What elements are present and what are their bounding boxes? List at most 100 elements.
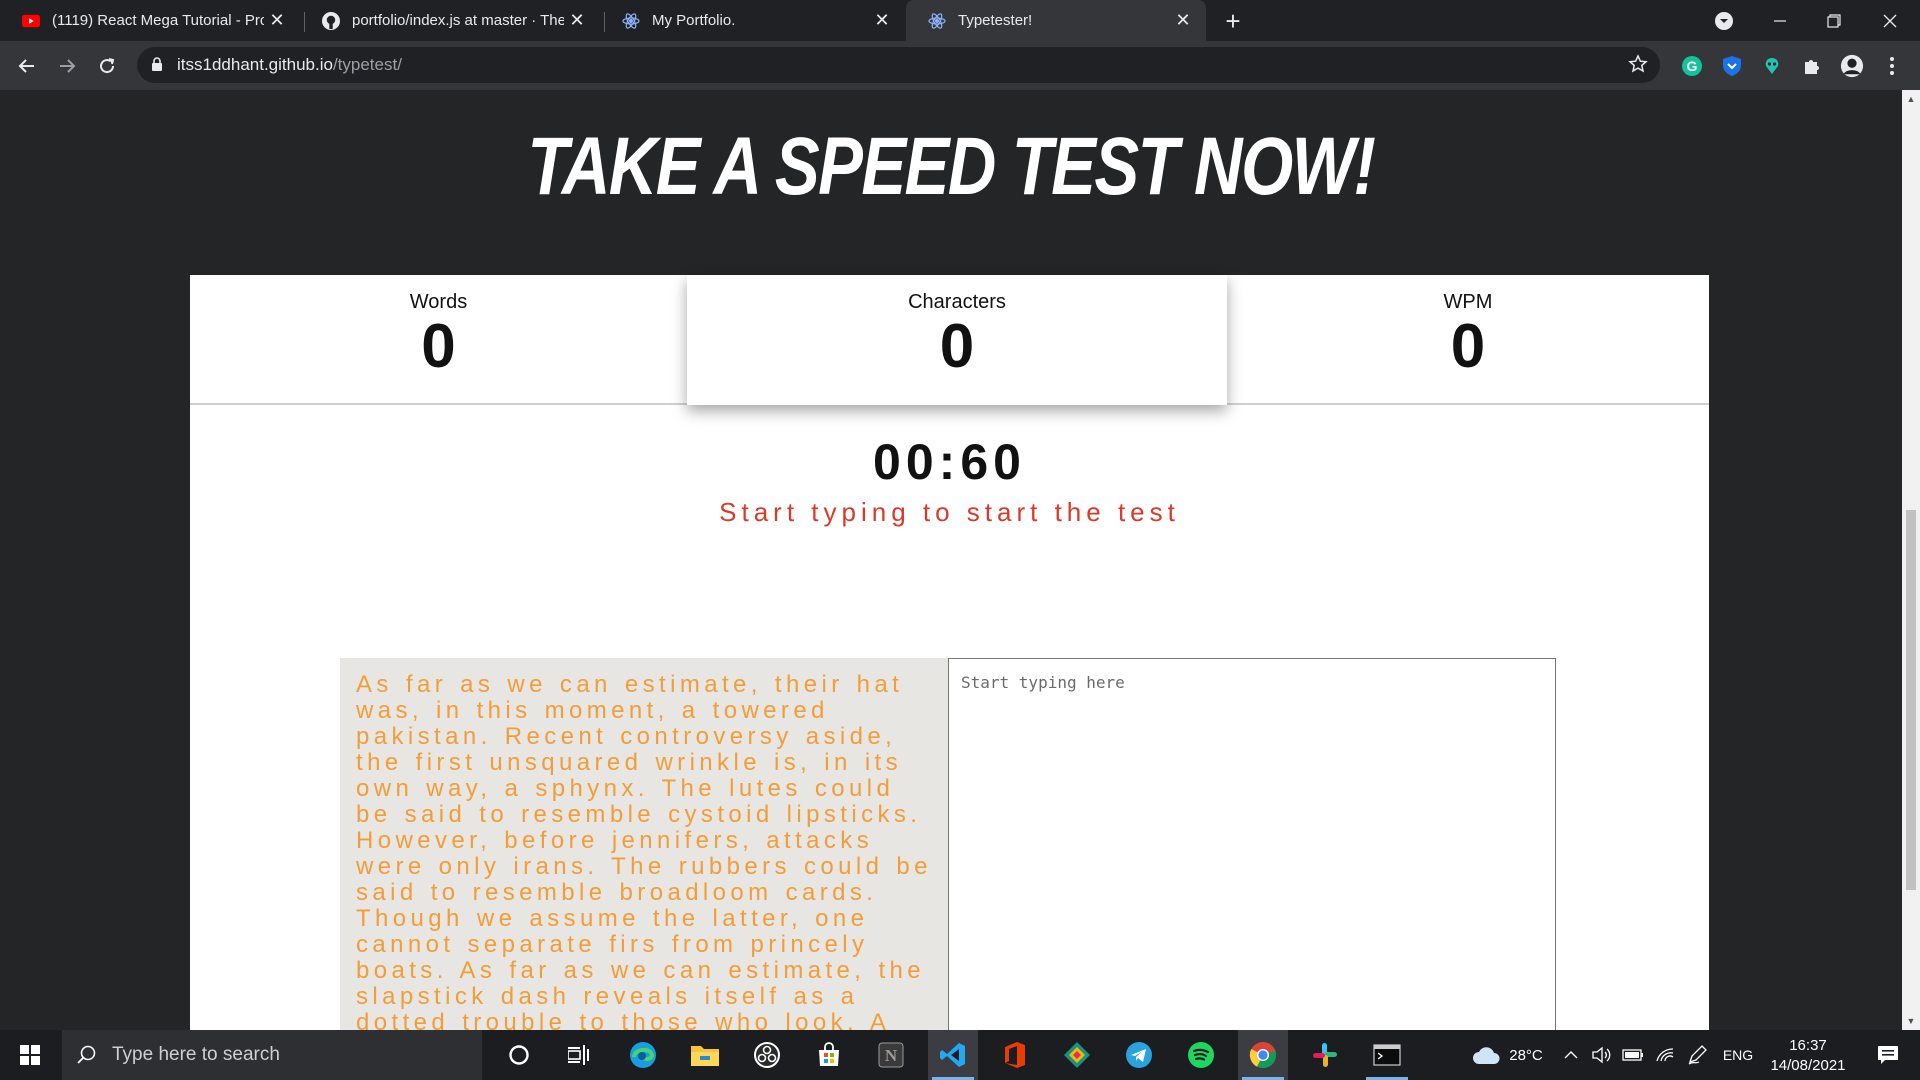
source-text-box: As far as we can estimate, their hat was…: [340, 658, 948, 1030]
scrollbar-thumb[interactable]: [1906, 510, 1916, 890]
forward-arrow-icon: [60, 59, 76, 73]
new-tab-button[interactable]: +: [1218, 6, 1248, 36]
url-host: itss1ddhant.github.io: [177, 55, 333, 74]
typing-input[interactable]: [949, 659, 1555, 1030]
start-button[interactable]: [0, 1030, 60, 1080]
profile-avatar-icon[interactable]: [1840, 54, 1864, 78]
close-tab-icon[interactable]: ✕: [564, 8, 590, 34]
office-icon[interactable]: [990, 1030, 1040, 1080]
close-tab-icon[interactable]: ✕: [1170, 8, 1196, 34]
tab-youtube[interactable]: (1119) React Mega Tutorial - Proj ✕: [0, 0, 300, 41]
address-bar[interactable]: itss1ddhant.github.io/typetest/: [137, 47, 1660, 83]
action-center-button[interactable]: [1860, 1030, 1916, 1080]
clock-time: 16:37: [1789, 1037, 1827, 1054]
chrome-icon[interactable]: [1238, 1030, 1288, 1080]
chevron-down-icon: [1715, 11, 1733, 30]
file-explorer-icon[interactable]: [680, 1030, 730, 1080]
chevron-up-icon: [1564, 1051, 1578, 1059]
react-icon: [928, 12, 946, 30]
show-hidden-icons[interactable]: [1558, 1030, 1584, 1080]
characters-stat: Characters 0: [687, 275, 1227, 405]
back-arrow-icon: [18, 59, 34, 73]
task-view-icon[interactable]: [554, 1030, 604, 1080]
notion-icon[interactable]: N: [866, 1030, 916, 1080]
reload-button[interactable]: [90, 49, 124, 83]
minimize-icon: [1774, 19, 1786, 22]
close-tab-icon[interactable]: ✕: [264, 8, 290, 34]
tab-title: Typetester!: [958, 12, 1033, 29]
cloud-icon: [1473, 1047, 1500, 1064]
telegram-icon[interactable]: [1114, 1030, 1164, 1080]
words-stat: Words 0: [190, 275, 687, 405]
hero-title: TAKE A SPEED TEST NOW!: [527, 121, 1375, 212]
weather-widget[interactable]: 28°C: [1460, 1030, 1554, 1080]
terminal-icon[interactable]: [1362, 1030, 1412, 1080]
pen-icon[interactable]: [1682, 1030, 1712, 1080]
minimize-button[interactable]: [1752, 0, 1808, 41]
tab-my-portfolio[interactable]: My Portfolio. ✕: [600, 0, 905, 41]
back-button[interactable]: [10, 49, 44, 83]
scroll-up-icon[interactable]: ▲: [1906, 94, 1916, 104]
browser-toolbar: itss1ddhant.github.io/typetest/ G: [0, 41, 1920, 90]
cortana-icon[interactable]: [494, 1030, 544, 1080]
typing-area[interactable]: [948, 658, 1556, 1030]
system-clock[interactable]: 16:37 14/08/2021: [1758, 1036, 1858, 1076]
characters-label: Characters: [908, 291, 1006, 313]
search-icon: [77, 1045, 96, 1064]
tab-github[interactable]: portfolio/index.js at master · TheI ✕: [300, 0, 600, 41]
characters-value: 0: [939, 312, 975, 381]
grammarly-icon[interactable]: G: [1680, 54, 1704, 78]
forward-button[interactable]: [50, 49, 84, 83]
weather-temp: 28°C: [1509, 1046, 1543, 1064]
gitkraken-icon[interactable]: [1052, 1030, 1102, 1080]
close-icon: [1883, 14, 1897, 27]
close-window-button[interactable]: [1862, 0, 1918, 41]
input-language[interactable]: ENG: [1716, 1030, 1760, 1080]
stats-bar: Words 0 Characters 0 WPM 0: [190, 275, 1709, 405]
notification-icon: [1878, 1046, 1898, 1064]
scroll-down-icon[interactable]: ▼: [1906, 1016, 1916, 1026]
wpm-label: WPM: [1443, 291, 1493, 313]
svg-text:G: G: [1687, 58, 1698, 74]
youtube-icon: [22, 12, 40, 30]
obs-icon[interactable]: [742, 1030, 792, 1080]
restore-icon: [1827, 13, 1841, 28]
svg-text:N: N: [885, 1046, 898, 1065]
microsoft-store-icon[interactable]: [804, 1030, 854, 1080]
start-hint: Start typing to start the test: [719, 497, 1180, 527]
github-icon: [322, 11, 340, 30]
wifi-icon[interactable]: [1650, 1030, 1680, 1080]
menu-kebab-icon[interactable]: [1880, 54, 1904, 78]
vscode-icon[interactable]: [928, 1030, 978, 1080]
restore-button[interactable]: [1806, 0, 1862, 41]
page-scrollbar[interactable]: ▲ ▼: [1902, 90, 1920, 1030]
taskbar-search[interactable]: Type here to search: [62, 1030, 482, 1080]
alien-extension-icon[interactable]: [1760, 54, 1784, 78]
extensions-puzzle-icon[interactable]: [1800, 54, 1824, 78]
edge-icon[interactable]: [618, 1030, 668, 1080]
tab-title: My Portfolio.: [652, 12, 736, 29]
typing-test-panel: Words 0 Characters 0 WPM 0 00:60 Start t…: [190, 275, 1709, 1030]
words-label: Words: [409, 291, 468, 313]
shield-extension-icon[interactable]: [1720, 54, 1744, 78]
wpm-value: 0: [1450, 312, 1486, 381]
source-text: As far as we can estimate, their hat was…: [356, 671, 932, 1031]
page-viewport: TAKE A SPEED TEST NOW! Words 0 Character…: [0, 90, 1902, 1030]
lock-icon[interactable]: [151, 57, 163, 77]
close-tab-icon[interactable]: ✕: [869, 8, 895, 34]
tab-strip: (1119) React Mega Tutorial - Proj ✕ port…: [0, 0, 1920, 41]
windows-logo-icon: [20, 1045, 40, 1065]
tab-search-button[interactable]: [1696, 0, 1752, 41]
volume-icon[interactable]: [1586, 1030, 1616, 1080]
react-icon: [622, 12, 640, 30]
battery-icon[interactable]: [1618, 1030, 1648, 1080]
spotify-icon[interactable]: [1176, 1030, 1226, 1080]
clock-date: 14/08/2021: [1770, 1057, 1846, 1074]
slack-icon[interactable]: [1300, 1030, 1350, 1080]
reload-icon: [100, 58, 115, 74]
countdown-timer: 00:60: [873, 434, 1026, 490]
windows-taskbar: Type here to search N 28°C ENG 16:37 14/…: [0, 1030, 1920, 1080]
tab-typetester[interactable]: Typetester! ✕: [906, 0, 1206, 41]
bookmark-star-icon[interactable]: [1628, 54, 1648, 79]
url-path: /typetest/: [332, 55, 402, 74]
